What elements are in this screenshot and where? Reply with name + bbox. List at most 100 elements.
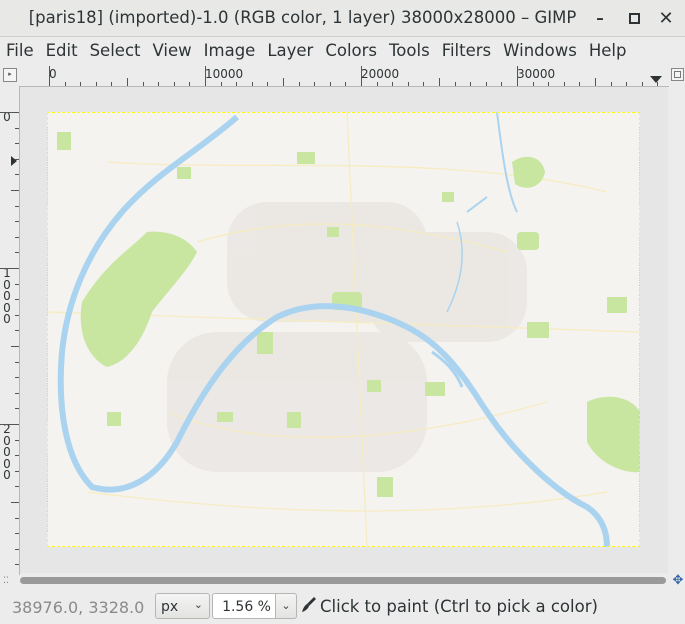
zoom-dropdown-button[interactable]: ⌄ [276,593,297,619]
ruler-tick [15,143,19,145]
vruler-position-marker [11,156,17,166]
status-bar: 38976.0, 3328.0 px ⌄ 1.56 % ⌄ Click to p… [0,590,685,624]
ruler-tick [15,455,19,457]
ruler-tick [11,190,19,191]
paris-map-illustration [47,112,640,547]
ruler-tick [563,82,565,86]
menu-windows[interactable]: Windows [497,41,583,60]
ruler-tick [15,283,19,285]
status-message: Click to paint (Ctrl to pick a color) [320,597,598,616]
ruler-tick [314,82,316,86]
ruler-tick [15,174,19,176]
ruler-tick [626,82,628,86]
zoom-value: 1.56 % [222,599,271,615]
ruler-tick [15,205,19,207]
ruler-tick [610,82,612,86]
ruler-tick [15,486,19,488]
menu-bar: File Edit Select View Image Layer Colors… [0,37,685,64]
ruler-tick [15,127,19,129]
ruler-tick [15,377,19,379]
menu-tools[interactable]: Tools [383,41,436,60]
menu-colors[interactable]: Colors [319,41,383,60]
ruler-tick [0,112,19,113]
ruler-tick [595,78,596,86]
map-image[interactable] [47,112,640,547]
ruler-tick [173,82,175,86]
ruler-tick [15,533,19,535]
title-bar: [paris18] (imported)-1.0 (RGB color, 1 l… [0,0,685,37]
ruler-tick [267,82,269,86]
ruler-tick [15,470,19,472]
navigate-icon[interactable]: ✥ [671,574,685,588]
ruler-label-0: 0 [49,67,57,81]
quick-mask-toggle-icon[interactable]: ⁚⁚ [3,576,15,586]
ruler-label-10000: 10000 [205,67,244,81]
ruler-label-20000: 20000 [361,67,400,81]
ruler-tick [485,82,487,86]
ruler-tick [407,82,409,86]
minimize-icon[interactable]: – [588,6,612,30]
menu-image[interactable]: Image [198,41,262,60]
pointer-coordinates: 38976.0, 3328.0 [12,598,145,617]
menu-select[interactable]: Select [84,41,147,60]
ruler-tick [111,82,113,86]
menu-file[interactable]: File [0,41,40,60]
ruler-tick [501,82,503,86]
horizontal-scrollbar-thumb[interactable] [20,577,666,584]
unit-selector[interactable]: px ⌄ [155,593,210,619]
zoom-image-icon[interactable] [671,68,684,81]
ruler-tick [158,82,160,86]
ruler-tick [11,346,19,347]
ruler-tick [641,82,643,86]
ruler-tick [251,82,253,86]
ruler-tick [454,82,456,86]
ruler-tick [423,82,425,86]
ruler-tick [15,299,19,301]
menu-filters[interactable]: Filters [436,41,497,60]
ruler-tick [579,82,581,86]
ruler-tick [517,66,518,86]
ruler-tick [0,424,19,425]
ruler-tick [15,330,19,332]
menu-edit[interactable]: Edit [40,41,84,60]
menu-help[interactable]: Help [583,41,633,60]
close-icon[interactable]: ✕ [654,6,678,30]
ruler-tick [15,408,19,410]
ruler-tick [0,268,19,269]
vertical-ruler[interactable]: 0 1 0 0 0 0 2 0 0 0 0 [0,86,20,575]
ruler-tick [95,82,97,86]
zoom-input[interactable]: 1.56 % [212,593,276,619]
vruler-label-0: 0 [3,110,11,124]
ruler-tick [15,361,19,363]
horizontal-ruler[interactable]: 0 10000 20000 30000 [19,66,669,87]
ruler-tick [15,392,19,394]
paintbrush-icon [302,597,316,612]
ruler-tick [15,314,19,316]
ruler-tick [15,517,19,519]
ruler-tick [205,66,206,86]
ruler-label-30000: 30000 [517,67,556,81]
ruler-tick [64,82,66,86]
ruler-tick [392,82,394,86]
ruler-tick [15,158,19,160]
quick-mask-menu-icon[interactable]: ▸ [3,68,17,82]
vruler-label-20000: 2 0 0 0 0 [3,422,11,482]
ruler-tick [329,82,331,86]
ruler-tick [361,66,362,86]
ruler-position-marker [650,76,662,83]
ruler-tick [283,78,284,86]
canvas-area[interactable] [20,87,668,573]
maximize-icon[interactable] [622,6,646,30]
ruler-tick [15,564,19,566]
ruler-tick [298,82,300,86]
ruler-tick [439,78,440,86]
ruler-tick [236,82,238,86]
ruler-tick [142,82,144,86]
menu-view[interactable]: View [146,41,197,60]
ruler-tick [15,548,19,550]
ruler-tick [15,252,19,254]
vertical-scrollbar[interactable] [669,86,685,575]
ruler-tick [15,221,19,223]
menu-layer[interactable]: Layer [261,41,319,60]
ruler-tick [548,82,550,86]
